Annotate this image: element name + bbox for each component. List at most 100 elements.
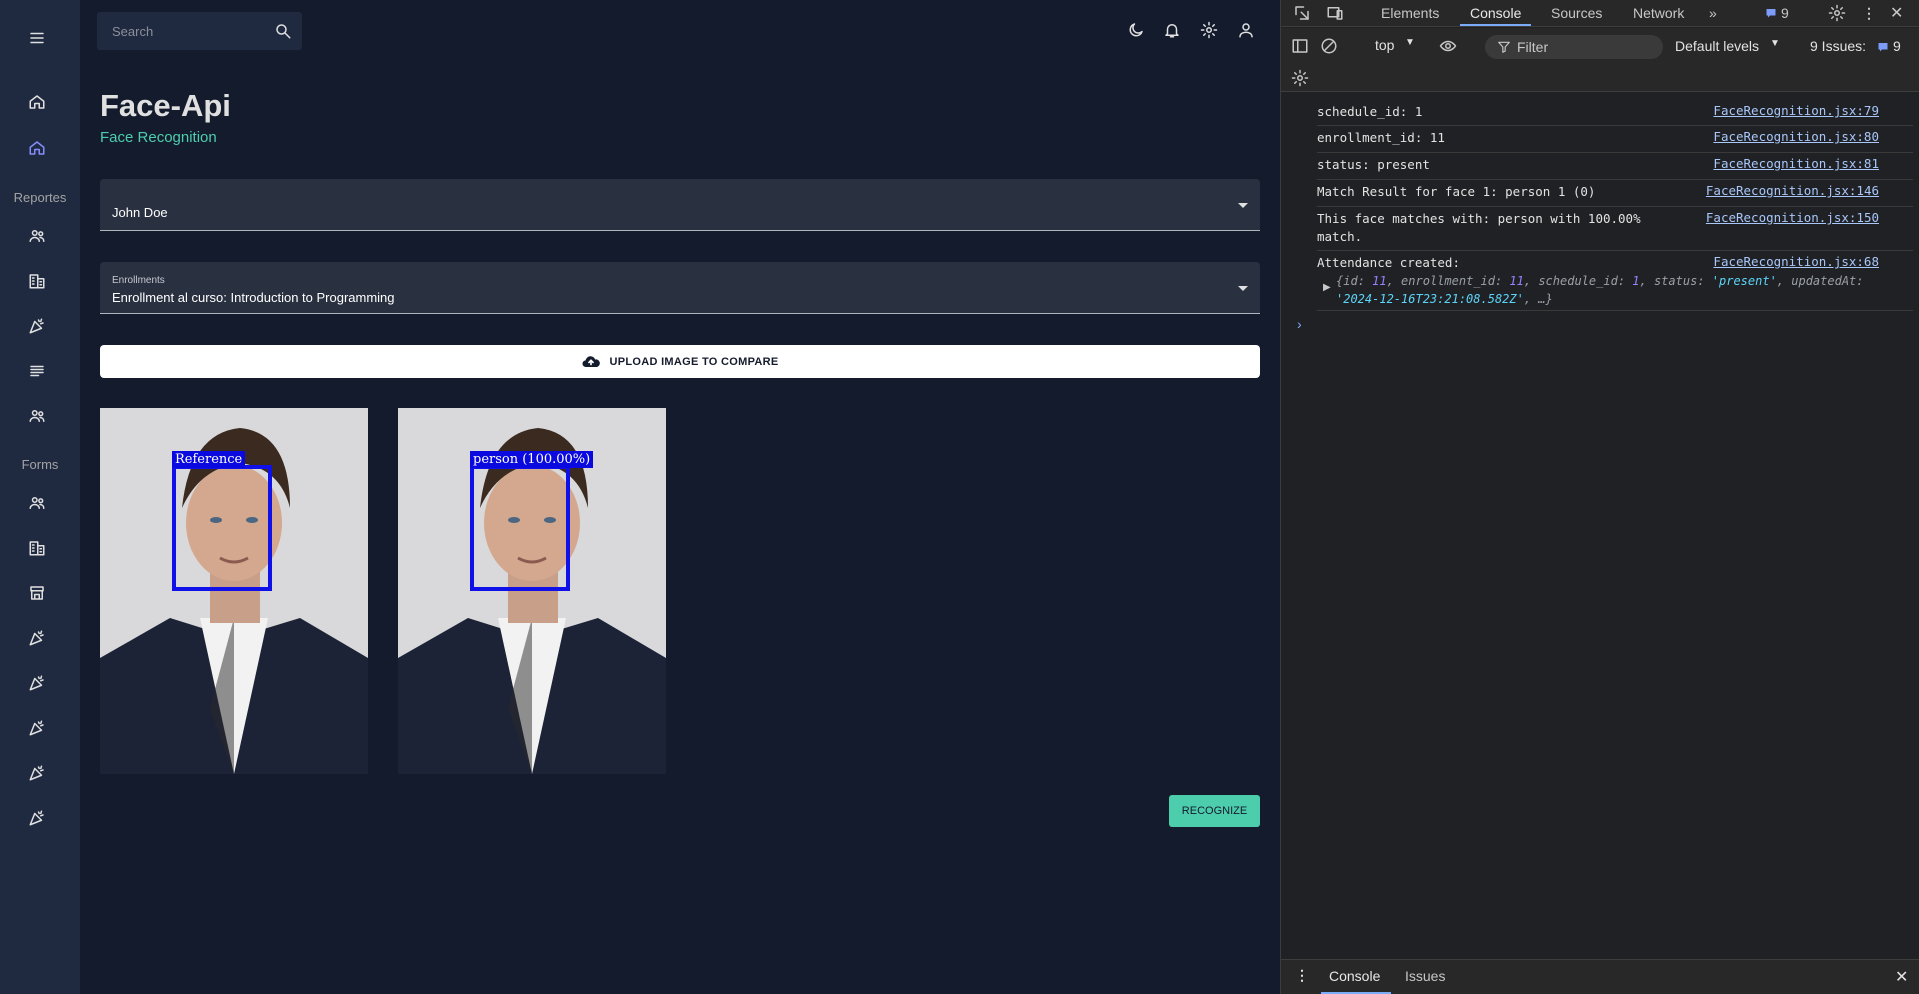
search-icon[interactable] [274,22,292,40]
cloud-upload-icon [582,355,601,367]
dropdown-arrow-icon[interactable] [1238,286,1248,291]
log-source-link[interactable]: FaceRecognition.jsx:150 [1706,210,1879,225]
tab-sources[interactable]: Sources [1551,5,1602,21]
tab-network[interactable]: Network [1633,5,1684,21]
log-levels-select[interactable]: Default levels [1675,38,1759,54]
log-source-link[interactable]: FaceRecognition.jsx:146 [1706,183,1879,198]
expand-object-icon[interactable]: ▶ [1323,282,1331,293]
issues-badge-icon [1878,43,1888,52]
settings-icon[interactable] [1199,20,1219,40]
more-tabs-icon[interactable]: » [1709,5,1717,21]
message-badge-icon [1766,9,1776,18]
log-divider [1317,250,1913,251]
building-icon[interactable] [25,536,49,560]
context-select[interactable]: top [1375,37,1394,53]
celebration-icon[interactable] [25,716,49,740]
log-source-link[interactable]: FaceRecognition.jsx:80 [1713,129,1879,144]
tab-elements[interactable]: Elements [1381,5,1439,21]
issues-count-label[interactable]: 9 Issues: [1810,38,1866,54]
obj-enrollment-id: 11 [1509,274,1524,288]
page-subtitle: Face Recognition [100,129,217,146]
people-icon[interactable] [25,404,49,428]
sidebar-toggle-icon[interactable] [1291,37,1309,55]
dropdown-arrow-icon[interactable] [1238,203,1248,208]
devtools-settings-icon[interactable] [1828,4,1846,22]
face-detection-box [172,465,272,591]
close-devtools-icon[interactable]: ✕ [1890,3,1903,23]
face-detection-box [470,465,570,591]
home-icon[interactable] [25,90,49,114]
celebration-icon[interactable] [25,806,49,830]
reference-image: Reference [100,408,368,774]
clear-console-icon[interactable] [1320,37,1338,55]
active-tab-indicator [1460,24,1531,26]
menu-icon[interactable] [25,26,49,50]
celebration-icon[interactable] [25,626,49,650]
log-divider [1317,179,1913,180]
home-icon-active[interactable] [25,136,49,160]
student-select-value: John Doe [112,205,168,220]
people-icon[interactable] [25,491,49,515]
levels-dropdown-icon[interactable]: ▼ [1770,38,1780,49]
drawer-tab-issues[interactable]: Issues [1405,968,1445,984]
section-forms: Forms [21,457,59,472]
search-input[interactable] [112,22,262,40]
face-tag-reference: Reference [172,451,246,468]
log-divider [1317,125,1913,126]
dark-mode-icon[interactable] [1126,20,1146,40]
close-drawer-icon[interactable]: ✕ [1895,967,1908,987]
filter-icon [1498,41,1510,53]
drawer-menu-icon[interactable]: ⋮ [1295,967,1309,984]
enrollment-select-label: Enrollments [112,275,165,286]
section-reportes: Reportes [13,190,67,205]
people-icon[interactable] [25,224,49,248]
obj-id: 11 [1372,274,1387,288]
notifications-icon[interactable] [1162,20,1182,40]
person-icon[interactable] [1236,20,1256,40]
more-options-icon[interactable]: ⋮ [1862,5,1876,22]
upload-image-label: UPLOAD IMAGE TO COMPARE [609,355,779,368]
obj-updated-at: '2024-12-16T23:21:08.582Z' [1336,292,1524,306]
tab-console[interactable]: Console [1470,5,1521,21]
celebration-icon[interactable] [25,761,49,785]
live-expression-icon[interactable] [1438,37,1458,55]
issues-badge[interactable]: 9 [1781,5,1789,21]
object-preview[interactable]: {id: 11, enrollment_id: 11, schedule_id:… [1336,272,1881,308]
console-settings-row [1281,64,1919,92]
storefront-icon[interactable] [25,581,49,605]
device-toolbar-icon[interactable] [1326,4,1344,22]
celebration-icon[interactable] [25,671,49,695]
log-divider [1317,206,1913,207]
devtools-tab-bar: Elements Console Sources Network » 9 ⋮ ✕ [1281,0,1919,27]
student-select[interactable]: John Doe [100,179,1260,231]
upload-image-button[interactable]: UPLOAD IMAGE TO COMPARE [100,345,1260,378]
console-settings-icon[interactable] [1291,69,1309,87]
obj-status: 'present' [1711,274,1777,288]
app-window: Reportes Forms Search Face-Api Face Reco… [0,0,1280,994]
compare-image: person (100.00%) [398,408,666,774]
devtools-panel: Elements Console Sources Network » 9 ⋮ ✕… [1280,0,1919,994]
log-source-link[interactable]: FaceRecognition.jsx:81 [1713,156,1879,171]
log-source-link[interactable]: FaceRecognition.jsx:79 [1713,103,1879,118]
enrollment-select[interactable]: Enrollments Enrollment al curso: Introdu… [100,262,1260,314]
sidebar: Reportes Forms [0,0,80,994]
page-title: Face-Api [100,88,231,123]
enrollment-select-value: Enrollment al curso: Introduction to Pro… [112,290,395,305]
filter-placeholder: Filter [1517,39,1549,55]
face-tag-match: person (100.00%) [470,451,594,468]
log-source-link[interactable]: FaceRecognition.jsx:68 [1713,254,1879,269]
search-box [97,12,302,50]
console-prompt-icon[interactable]: › [1297,316,1302,332]
devtools-drawer: ⋮ Console Issues ✕ [1281,959,1919,994]
inspect-element-icon[interactable] [1293,4,1311,22]
drawer-tab-console[interactable]: Console [1329,968,1380,984]
celebration-icon[interactable] [25,314,49,338]
console-log-entry-continued: match. [1317,229,1363,244]
log-divider [1317,152,1913,153]
filter-input[interactable]: Filter [1485,35,1663,59]
recognize-button[interactable]: RECOGNIZE [1169,795,1260,827]
list-icon[interactable] [25,359,49,383]
context-dropdown-icon[interactable]: ▼ [1405,37,1415,48]
building-icon[interactable] [25,269,49,293]
log-divider [1317,310,1913,311]
